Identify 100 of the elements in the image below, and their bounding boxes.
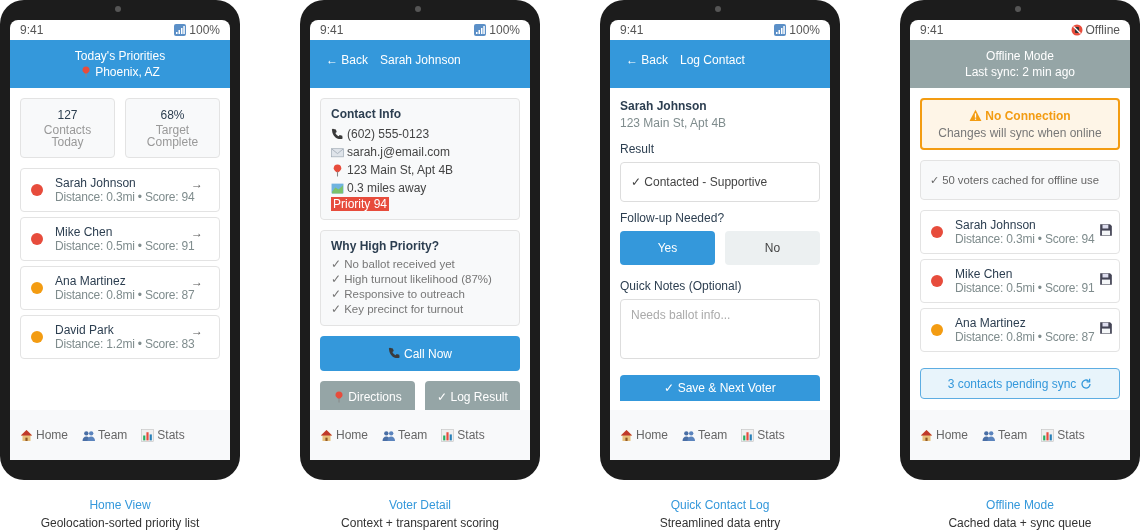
bar-chart-icon xyxy=(741,428,755,442)
status-time: 9:41 xyxy=(620,23,644,37)
voter-row[interactable]: Mike Chen Distance: 0.5mi • Score: 91 → xyxy=(20,217,220,261)
stat-label: Target Complete xyxy=(145,124,200,148)
bar-chart-icon xyxy=(1041,428,1055,442)
voter-detail: Distance: 0.8mi • Score: 87 xyxy=(55,288,195,302)
camera-dot xyxy=(715,6,721,12)
save-button[interactable]: ✓ Save & Next Voter xyxy=(620,375,820,401)
alert-title: No Connection xyxy=(985,108,1071,123)
voter-name: Ana Martinez xyxy=(955,316,1027,330)
header-title: Log Contact xyxy=(680,53,745,67)
nav-item[interactable]: Home xyxy=(620,428,668,442)
option-button[interactable]: No xyxy=(725,231,820,265)
nav-item[interactable]: Team xyxy=(682,428,728,442)
people-icon xyxy=(682,428,695,442)
phone-icon xyxy=(388,347,401,360)
caption-title: Offline Mode xyxy=(986,498,1054,512)
contact-detail: 123 Main St, Apt 4B xyxy=(347,163,454,177)
arrow-label: → xyxy=(191,324,203,338)
voter-detail: Distance: 1.2mi • Score: 83 xyxy=(55,337,195,351)
stat-label: Contacts Today xyxy=(42,124,93,148)
reason-item: ✓ No ballot received yet xyxy=(331,257,455,272)
battery-level: 100% xyxy=(789,23,820,37)
contact-detail: sarah.j@email.com xyxy=(347,145,450,159)
voter-address: 123 Main St, Apt 4B xyxy=(620,116,728,130)
nav-item[interactable]: Team xyxy=(982,428,1028,442)
voter-row[interactable]: Sarah Johnson Distance: 0.3mi • Score: 94 → xyxy=(20,168,220,212)
caption-title: Quick Contact Log xyxy=(670,498,770,512)
house-icon xyxy=(20,428,33,442)
no-signal-icon xyxy=(1070,24,1083,36)
priority-badge: Priority 94 xyxy=(331,197,390,211)
call-button[interactable]: Call Now xyxy=(320,336,520,371)
phone-icon xyxy=(331,127,344,141)
nav-item[interactable]: Team xyxy=(382,428,428,442)
nav-item[interactable]: Stats xyxy=(1041,428,1085,442)
warning-icon xyxy=(969,109,983,122)
nav-item[interactable]: Team xyxy=(82,428,128,442)
header-title: Today's Priorities xyxy=(74,49,166,63)
people-icon xyxy=(82,428,95,442)
house-icon xyxy=(320,428,333,442)
arrow-label: → xyxy=(191,275,203,289)
nav-item[interactable]: Home xyxy=(320,428,368,442)
bar-chart-icon xyxy=(441,428,455,442)
notes-field[interactable]: Needs ballot info... xyxy=(620,299,820,359)
signal-icon xyxy=(174,24,187,36)
battery-level: 100% xyxy=(489,23,520,37)
voter-detail: Distance: 0.3mi • Score: 94 xyxy=(955,232,1095,246)
caption-subtitle: Context + transparent scoring xyxy=(341,516,499,530)
reason-item: ✓ High turnout likelihood (87%) xyxy=(331,272,492,287)
nav-item[interactable]: Home xyxy=(920,428,968,442)
voter-detail: Distance: 0.5mi • Score: 91 xyxy=(955,281,1095,295)
voter-row[interactable]: Ana Martinez Distance: 0.8mi • Score: 87 → xyxy=(20,266,220,310)
signal-icon xyxy=(474,24,487,36)
house-icon xyxy=(620,428,633,442)
voter-detail: Distance: 0.8mi • Score: 87 xyxy=(955,330,1095,344)
voter-row[interactable]: Ana Martinez Distance: 0.8mi • Score: 87 xyxy=(920,308,1120,352)
caption-title: Home View xyxy=(89,498,151,512)
voter-name: Mike Chen xyxy=(955,267,1014,281)
nav-item[interactable]: Stats xyxy=(441,428,485,442)
people-icon xyxy=(382,428,395,442)
status-time: 9:41 xyxy=(20,23,44,37)
voter-name: Sarah Johnson xyxy=(55,176,137,190)
nav-item[interactable]: Stats xyxy=(741,428,785,442)
envelope-icon xyxy=(331,145,344,159)
nav-item[interactable]: Home xyxy=(20,428,68,442)
location-label: Phoenix, AZ xyxy=(95,65,160,79)
pin-icon xyxy=(331,163,344,177)
battery-level: 100% xyxy=(189,23,220,37)
voter-row[interactable]: David Park Distance: 1.2mi • Score: 83 → xyxy=(20,315,220,359)
contact-detail: (602) 555-0123 xyxy=(347,127,430,141)
bar-chart-icon xyxy=(141,428,155,442)
house-icon xyxy=(920,428,933,442)
voter-name: David Park xyxy=(55,323,115,337)
signal-icon xyxy=(774,24,787,36)
card-title: Contact Info xyxy=(331,107,401,121)
back-link[interactable]: ← Back xyxy=(326,53,368,67)
option-button[interactable]: Yes xyxy=(620,231,715,265)
stat-value: 127 xyxy=(57,108,78,122)
caption-subtitle: Cached data + sync queue xyxy=(948,516,1092,530)
header-subtitle: Last sync: 2 min ago xyxy=(964,65,1076,79)
caption-subtitle: Streamlined data entry xyxy=(659,516,781,530)
back-link[interactable]: ← Back xyxy=(626,53,668,67)
pending-sync-button[interactable]: 3 contacts pending sync xyxy=(920,368,1120,399)
reason-item: ✓ Responsive to outreach xyxy=(331,287,466,302)
voter-row[interactable]: Mike Chen Distance: 0.5mi • Score: 91 xyxy=(920,259,1120,303)
caption-subtitle: Geolocation-sorted priority list xyxy=(40,516,200,530)
contact-detail: 0.3 miles away xyxy=(347,181,427,195)
stat-value: 68% xyxy=(160,108,185,122)
reason-item: ✓ Key precinct for turnout xyxy=(331,302,464,317)
cache-message: ✓ 50 voters cached for offline use xyxy=(930,173,1099,187)
card-title: Why High Priority? xyxy=(331,239,439,253)
status-time: 9:41 xyxy=(320,23,344,37)
refresh-icon xyxy=(1080,377,1093,390)
nav-item[interactable]: Stats xyxy=(141,428,185,442)
arrow-label: → xyxy=(191,226,203,240)
result-select[interactable]: ✓ Contacted - Supportive xyxy=(620,162,820,202)
voter-name: Ana Martinez xyxy=(55,274,127,288)
voter-row[interactable]: Sarah Johnson Distance: 0.3mi • Score: 94 xyxy=(920,210,1120,254)
voter-detail: Distance: 0.3mi • Score: 94 xyxy=(55,190,195,204)
field-label: Result xyxy=(620,142,655,156)
